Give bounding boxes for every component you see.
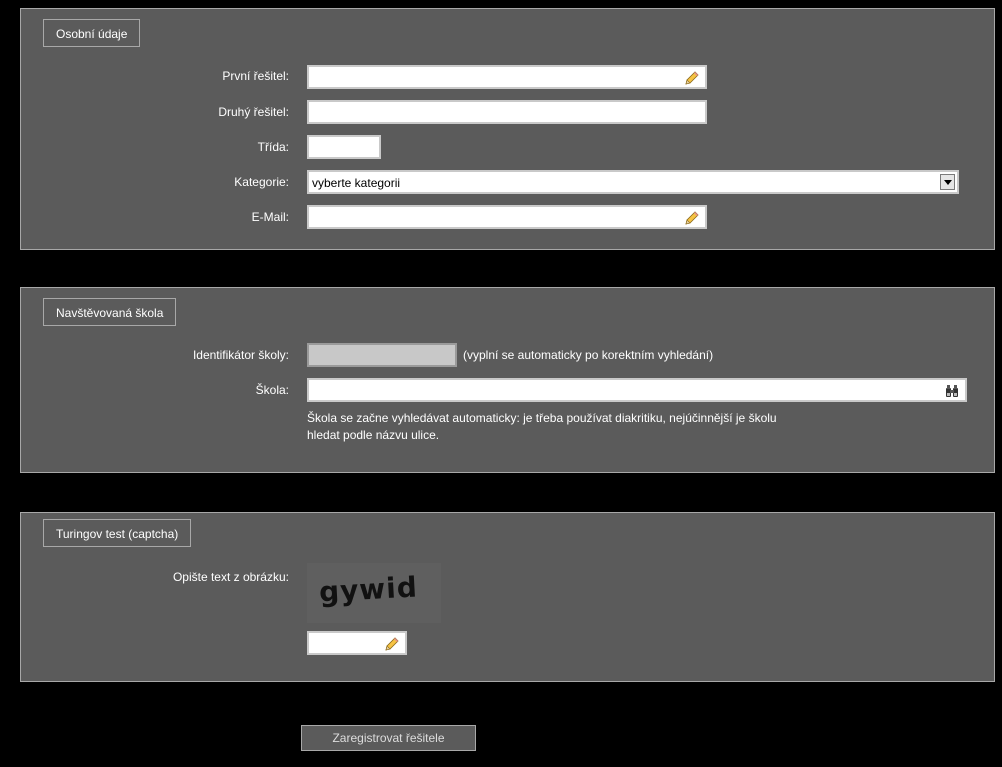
captcha-legend: Turingov test (captcha) bbox=[43, 519, 192, 547]
captcha-field[interactable] bbox=[307, 631, 407, 655]
first-solver-input[interactable] bbox=[309, 67, 705, 87]
captcha-label: Opište text z obrázku: bbox=[172, 570, 289, 584]
school-input[interactable] bbox=[309, 380, 965, 400]
captcha-panel: Turingov test (captcha) Opište text z ob… bbox=[20, 512, 995, 682]
school-id-input bbox=[309, 345, 455, 365]
school-label: Škola: bbox=[255, 383, 289, 397]
school-id-field bbox=[307, 343, 457, 367]
category-selected-value: vyberte kategorii bbox=[312, 176, 401, 190]
school-hint: Škola se začne vyhledávat automaticky: j… bbox=[307, 410, 967, 444]
school-id-label: Identifikátor školy: bbox=[192, 348, 289, 362]
first-solver-field[interactable] bbox=[307, 65, 707, 89]
captcha-image: gywid bbox=[307, 563, 441, 623]
school-field[interactable] bbox=[307, 378, 967, 402]
pencil-icon bbox=[685, 71, 699, 85]
email-label: E-Mail: bbox=[251, 210, 289, 224]
pencil-icon bbox=[685, 211, 699, 225]
personal-info-panel: Osobní údaje První řešitel: Druhý řešite… bbox=[20, 8, 995, 250]
second-solver-label: Druhý řešitel: bbox=[218, 105, 289, 119]
register-solvers-button[interactable]: Zaregistrovat řešitele bbox=[301, 725, 476, 751]
category-select[interactable]: vyberte kategorii bbox=[307, 170, 959, 194]
school-legend: Navštěvovaná škola bbox=[43, 298, 177, 326]
school-panel: Navštěvovaná škola Identifikátor školy: … bbox=[20, 287, 995, 473]
category-label: Kategorie: bbox=[234, 175, 289, 189]
class-input[interactable] bbox=[309, 137, 379, 157]
school-id-hint: (vyplní se automaticky po korektním vyhl… bbox=[463, 348, 714, 362]
school-hint-line1: Škola se začne vyhledávat automaticky: j… bbox=[307, 411, 777, 425]
first-solver-label: První řešitel: bbox=[222, 69, 289, 83]
personal-info-legend: Osobní údaje bbox=[43, 19, 141, 47]
captcha-image-text: gywid bbox=[318, 570, 419, 609]
class-label: Třída: bbox=[257, 140, 289, 154]
class-field[interactable] bbox=[307, 135, 381, 159]
second-solver-field[interactable] bbox=[307, 100, 707, 124]
email-field[interactable] bbox=[307, 205, 707, 229]
pencil-icon bbox=[385, 637, 399, 651]
second-solver-input[interactable] bbox=[309, 102, 705, 122]
chevron-down-icon[interactable] bbox=[940, 174, 955, 190]
binoculars-icon[interactable] bbox=[944, 383, 960, 399]
email-input[interactable] bbox=[309, 207, 705, 227]
school-hint-line2: hledat podle názvu ulice. bbox=[307, 428, 440, 442]
